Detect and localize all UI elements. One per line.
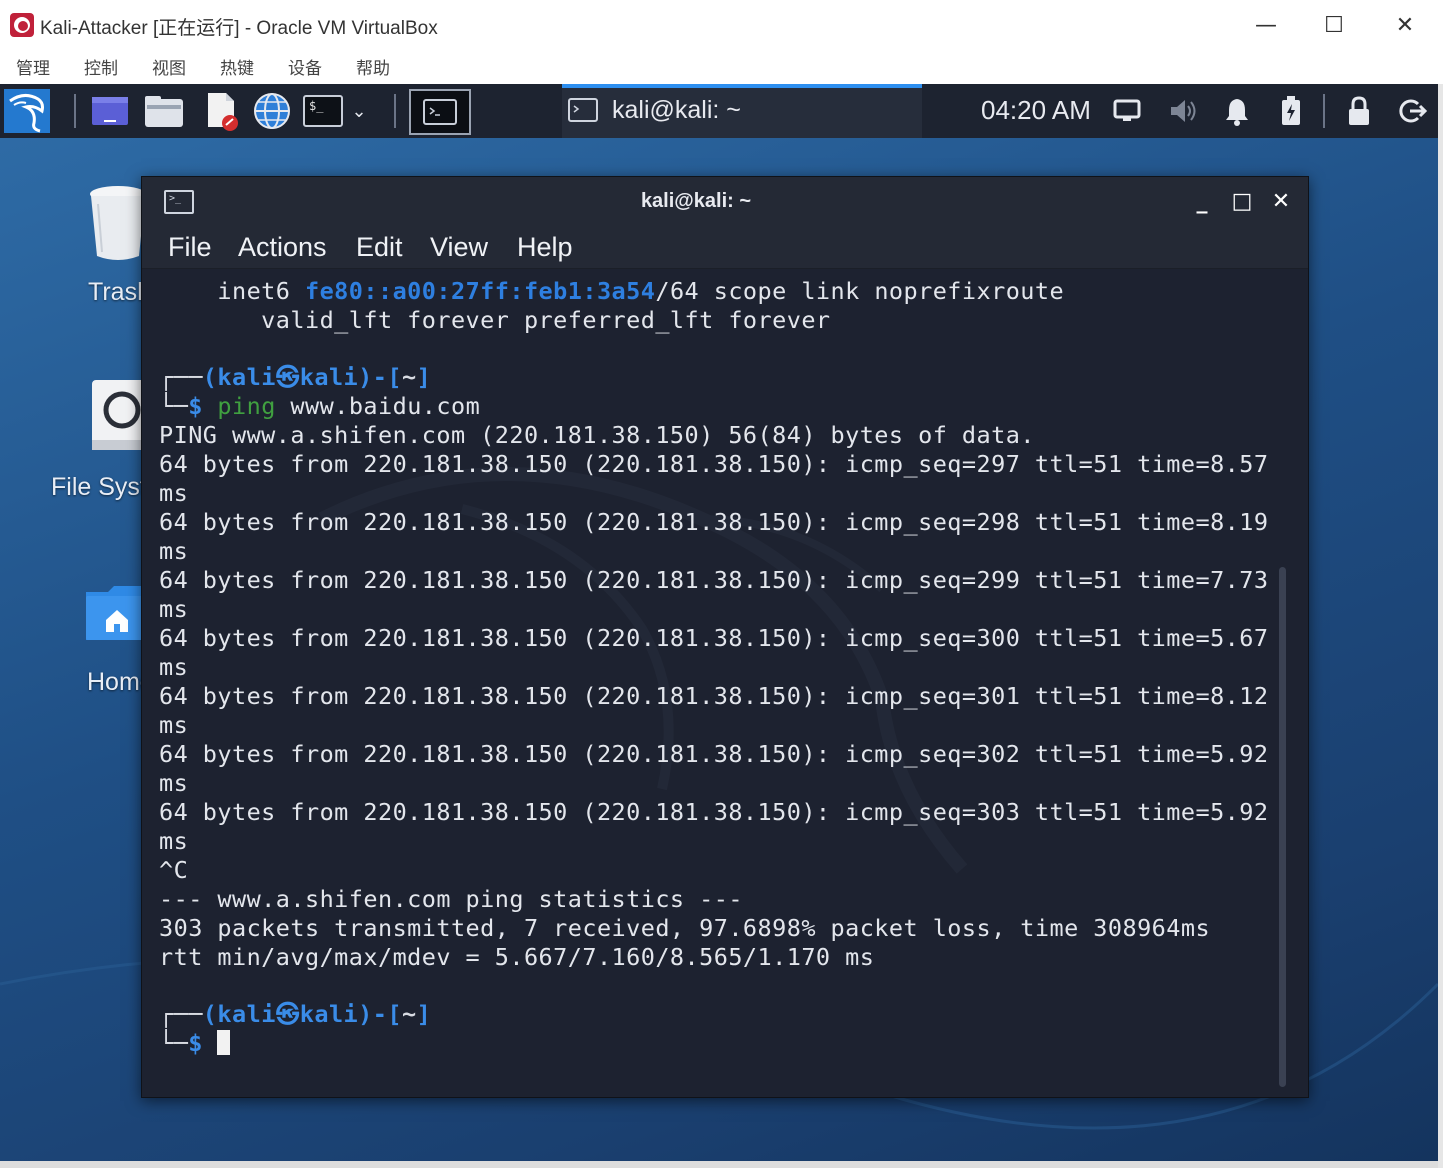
web-browser-icon[interactable]	[250, 90, 294, 132]
terminal-menubar: File Actions Edit View Help	[142, 227, 1308, 269]
volume-icon[interactable]	[1165, 94, 1199, 128]
terminal-close-button[interactable]: ✕	[1267, 187, 1295, 215]
panel-separator	[1323, 94, 1325, 128]
menu-file[interactable]: File	[168, 232, 212, 263]
battery-icon[interactable]	[1274, 94, 1308, 128]
chevron-down-icon[interactable]: ⌄	[346, 90, 372, 132]
menu-manage[interactable]: 管理	[16, 54, 50, 79]
terminal-minimize-button[interactable]: _	[1188, 187, 1216, 215]
file-manager-icon[interactable]	[142, 90, 186, 132]
terminal-titlebar[interactable]: >_ kali@kali: ~ _ □ ✕	[142, 177, 1308, 227]
terminal-maximize-button[interactable]: □	[1228, 187, 1256, 215]
output-line: 64 bytes from 220.181.38.150 (220.181.38…	[159, 798, 1269, 826]
taskbar-window-terminal[interactable]: kali@kali: ~	[562, 84, 922, 138]
output-line: 64 bytes from 220.181.38.150 (220.181.38…	[159, 624, 1269, 652]
output-line: ms	[159, 711, 189, 739]
prompt-line: ┌──(kali㉿kali)-[~]	[159, 363, 432, 391]
minimize-button[interactable]: —	[1233, 0, 1299, 50]
output-line: ms	[159, 827, 189, 855]
output-line: ms	[159, 595, 189, 623]
command-line: └─$ ping www.baidu.com	[159, 392, 481, 420]
menu-view[interactable]: View	[430, 232, 488, 263]
output-line: ms	[159, 653, 189, 681]
vbox-titlebar: Kali-Attacker [正在运行] - Oracle VM Virtual…	[0, 0, 1443, 50]
menu-hotkeys[interactable]: 热键	[220, 54, 254, 79]
output-line: --- www.a.shifen.com ping statistics ---	[159, 885, 743, 913]
output-line: 303 packets transmitted, 7 received, 97.…	[159, 914, 1211, 942]
close-button[interactable]: ✕	[1372, 0, 1438, 50]
terminal-title: kali@kali: ~	[640, 190, 752, 212]
terminal-icon	[568, 98, 598, 122]
maximize-button[interactable]: ☐	[1301, 0, 1367, 50]
host-window-edge	[1438, 84, 1443, 1168]
output-line: ms	[159, 769, 189, 797]
logout-icon[interactable]	[1396, 94, 1430, 128]
terminal-icon[interactable]: $_	[302, 90, 344, 132]
output-line: 64 bytes from 220.181.38.150 (220.181.38…	[159, 682, 1269, 710]
menu-edit[interactable]: Edit	[356, 232, 403, 263]
trash-icon[interactable]	[88, 184, 148, 269]
lock-icon[interactable]	[1342, 94, 1376, 128]
output-line: ms	[159, 479, 189, 507]
panel-separator	[394, 94, 396, 128]
output-line: 64 bytes from 220.181.38.150 (220.181.38…	[159, 450, 1269, 478]
terminal-icon	[423, 99, 457, 125]
terminal-line: inet6 fe80::a00:27ff:feb1:3a54/64 scope …	[159, 277, 1065, 305]
output-line: ms	[159, 537, 189, 565]
menu-view[interactable]: 视图	[152, 54, 186, 79]
text-editor-icon[interactable]	[198, 90, 242, 132]
workspace-terminal-button[interactable]	[409, 89, 471, 135]
menu-devices[interactable]: 设备	[288, 54, 322, 79]
output-line: 64 bytes from 220.181.38.150 (220.181.38…	[159, 508, 1269, 536]
kali-dragon-icon[interactable]	[4, 89, 50, 133]
output-line: rtt min/avg/max/mdev = 5.667/7.160/8.565…	[159, 943, 875, 971]
taskbar-window-label: kali@kali: ~	[612, 96, 741, 124]
menu-control[interactable]: 控制	[84, 54, 118, 79]
terminal-line: valid_lft forever preferred_lft forever	[159, 306, 831, 334]
vbox-window-title: Kali-Attacker [正在运行] - Oracle VM Virtual…	[40, 18, 438, 39]
terminal-scrollbar[interactable]	[1279, 567, 1286, 1087]
menu-help[interactable]: Help	[517, 232, 573, 263]
screen-icon[interactable]	[1110, 94, 1144, 128]
output-line: PING www.a.shifen.com (220.181.38.150) 5…	[159, 421, 1035, 449]
prompt-line: ┌──(kali㉿kali)-[~]	[159, 1000, 432, 1028]
menu-actions[interactable]: Actions	[238, 232, 327, 263]
top-panel: $_ ⌄ kali@kali: ~ 04:20 AM	[0, 84, 1438, 138]
panel-clock[interactable]: 04:20 AM	[981, 95, 1091, 126]
vbox-menubar: 管理 控制 视图 热键 设备 帮助	[0, 50, 1443, 84]
terminal-window[interactable]: >_ kali@kali: ~ _ □ ✕ File Actions Edit …	[141, 176, 1309, 1098]
bell-icon[interactable]	[1220, 94, 1254, 128]
show-desktop-icon[interactable]	[88, 90, 132, 132]
virtualbox-icon	[10, 13, 34, 37]
panel-separator	[74, 94, 76, 128]
output-line: 64 bytes from 220.181.38.150 (220.181.38…	[159, 740, 1269, 768]
host-statusbar	[0, 1161, 1438, 1168]
output-line: ^C	[159, 856, 189, 884]
command-line[interactable]: └─$	[159, 1029, 231, 1058]
menu-help[interactable]: 帮助	[356, 54, 390, 79]
output-line: 64 bytes from 220.181.38.150 (220.181.38…	[159, 566, 1269, 594]
text-cursor	[217, 1030, 231, 1055]
terminal-output[interactable]: inet6 fe80::a00:27ff:feb1:3a54/64 scope …	[142, 269, 1308, 1097]
guest-screen: $_ ⌄ kali@kali: ~ 04:20 AM Trash File Sy…	[0, 84, 1438, 1161]
